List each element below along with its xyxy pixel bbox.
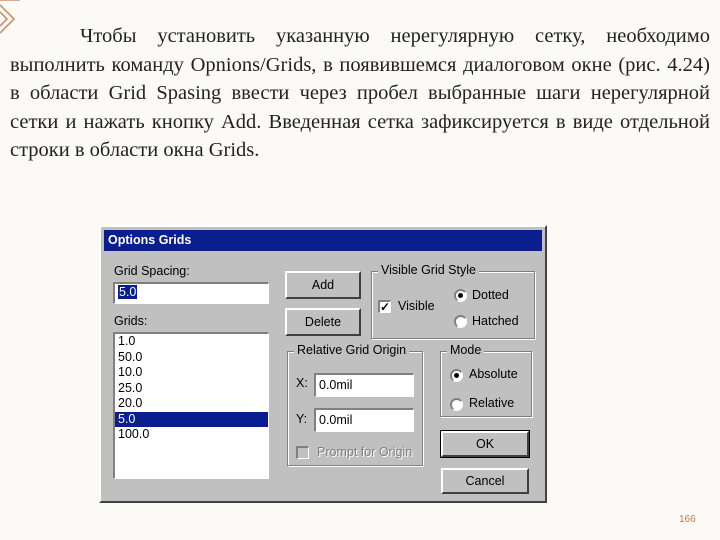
grid-spacing-value: 5.0 (118, 285, 138, 299)
grids-list-item[interactable]: 1.0 (115, 334, 268, 350)
relative-label: Relative (469, 396, 515, 410)
grids-label: Grids: (114, 314, 148, 328)
grids-list-item[interactable]: 100.0 (115, 427, 268, 443)
absolute-radio[interactable] (450, 369, 463, 382)
add-button[interactable]: Add (285, 271, 361, 299)
y-label: Y: (296, 412, 308, 426)
grids-listbox[interactable]: 1.0 50.0 10.0 25.0 20.0 5.0 100.0 (113, 332, 269, 479)
relative-grid-origin-legend: Relative Grid Origin (294, 343, 410, 357)
prompt-for-origin-label: Prompt for Origin (317, 445, 413, 459)
relative-grid-origin-group: Relative Grid Origin X: 0.0mil Y: 0.0mil… (287, 343, 423, 466)
visible-grid-style-group: Visible Grid Style ✓ Visible Dotted Hatc… (371, 263, 535, 339)
hatched-label: Hatched (472, 314, 519, 328)
grid-spacing-input[interactable]: 5.0 (113, 282, 269, 304)
page-number: 166 (679, 514, 696, 525)
ok-button[interactable]: OK (440, 430, 530, 458)
cancel-button[interactable]: Cancel (441, 468, 529, 494)
dotted-label: Dotted (472, 288, 509, 302)
body-paragraph: Чтобы установить указанную нерегулярную … (10, 25, 710, 161)
grids-list-item[interactable]: 5.0 (115, 411, 268, 427)
visible-grid-style-legend: Visible Grid Style (378, 263, 479, 277)
dotted-radio[interactable] (454, 289, 467, 302)
grids-list-item[interactable]: 25.0 (115, 381, 268, 397)
grids-list-item[interactable]: 20.0 (115, 396, 268, 412)
options-grids-dialog: Options Grids Grid Spacing: 5.0 Grids: 1… (99, 225, 547, 503)
y-origin-input[interactable]: 0.0mil (314, 408, 414, 432)
dialog-title: Options Grids (108, 233, 192, 247)
x-origin-input[interactable]: 0.0mil (314, 373, 414, 397)
prompt-for-origin-checkbox[interactable] (296, 446, 309, 459)
dialog-titlebar[interactable]: Options Grids (104, 230, 542, 251)
radio-dot-icon (458, 293, 463, 298)
relative-radio[interactable] (450, 398, 463, 411)
mode-legend: Mode (447, 343, 485, 357)
hatched-radio[interactable] (454, 315, 467, 328)
check-mark-icon: ✓ (380, 300, 391, 314)
x-label: X: (296, 376, 308, 390)
radio-dot-icon (454, 373, 459, 378)
mode-group: Mode Absolute Relative (440, 343, 532, 417)
visible-label: Visible (398, 299, 435, 313)
delete-button[interactable]: Delete (285, 308, 361, 336)
grid-spacing-label: Grid Spacing: (114, 264, 190, 278)
absolute-label: Absolute (469, 367, 518, 381)
grids-list-item[interactable]: 50.0 (115, 350, 268, 366)
grids-list-item[interactable]: 10.0 (115, 365, 268, 381)
visible-checkbox[interactable]: ✓ (378, 300, 391, 313)
